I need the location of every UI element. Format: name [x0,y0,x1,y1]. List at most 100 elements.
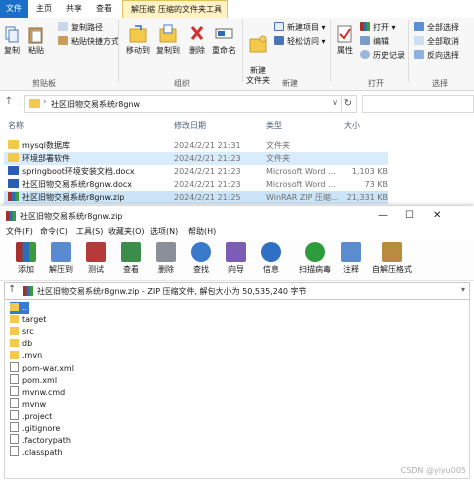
find-button[interactable]: 查找 [186,242,216,275]
file-type: 文件夹 [266,154,290,163]
comment-icon [341,242,361,262]
item-name: pom-war.xml [22,364,74,373]
group-divider [408,20,409,82]
file-row[interactable]: 社区旧物交易系统r8gnw.docx 2024/2/21 21:23 Micro… [4,178,388,191]
invert-select-button[interactable]: 反向选择 [414,50,459,62]
list-item[interactable]: .classpath [10,446,63,458]
edit-icon [360,36,370,45]
path-dropdown-icon[interactable]: ▾ [461,285,465,294]
list-item[interactable]: mvnw.cmd [10,386,65,398]
menu-tools[interactable]: 工具(S) [76,226,103,237]
file-row[interactable]: 环境部署软件 2024/2/21 21:23 文件夹 [4,152,388,165]
menu-command[interactable]: 命令(C) [40,226,68,237]
history-button[interactable]: 历史记录 [360,50,405,62]
column-size[interactable]: 大小 [344,120,360,131]
close-icon[interactable]: ✕ [433,210,441,221]
search-input[interactable] [362,95,474,113]
delete-label: 删除 [189,46,205,55]
paste-shortcut-button[interactable]: 粘贴快捷方式 [58,36,119,48]
file-size: 1,103 KB [351,167,388,176]
file-name: mysql数据库 [22,141,70,150]
file-icon [10,386,19,396]
open-button[interactable]: 打开 ▾ [360,22,396,34]
copy-to-label: 复制到 [156,46,180,55]
view-button[interactable]: 查看 [116,242,146,275]
tab-home[interactable]: 主页 [30,0,58,18]
wizard-button[interactable]: 向导 [221,242,251,275]
paste-button[interactable]: 粘贴 [24,26,48,56]
tab-compressed-folder-tools[interactable]: 解压缩 压缩的文件夹工具 [122,0,228,18]
list-item[interactable]: .factorypath [10,434,71,446]
copy-path-button[interactable]: 复制路径 [58,22,103,34]
new-item-button[interactable]: 新建项目 ▾ [274,22,326,34]
tab-share[interactable]: 共享 [60,0,88,18]
add-archive-icon [16,242,36,262]
add-label: 添加 [18,265,34,274]
paste-shortcut-label: 粘贴快捷方式 [71,37,119,46]
file-name: 社区旧物交易系统r8gnw.zip [22,193,125,202]
copy-to-button[interactable]: 复制到 [154,24,182,56]
organize-group-label: 组织 [174,79,190,88]
up-level-icon[interactable]: ↑ [8,284,16,295]
archive-file-list: .. target src db .mvn pom-war.xml pom.xm… [4,300,470,479]
menu-options[interactable]: 选项(N) [150,226,178,237]
menu-file[interactable]: 文件(F) [6,226,33,237]
list-item[interactable]: .gitignore [10,422,60,434]
rename-button[interactable]: 重命名 [210,24,238,56]
select-all-button[interactable]: 全部选择 [414,22,459,34]
menu-help[interactable]: 帮助(H) [188,226,216,237]
column-type[interactable]: 类型 [266,120,282,131]
file-row[interactable]: mysql数据库 2024/2/21 21:31 文件夹 [4,139,388,152]
up-arrow-icon[interactable]: ↑ [2,96,16,107]
new-folder-button[interactable]: 新建 文件夹 [244,24,272,86]
list-item[interactable]: .mvn [10,350,42,362]
add-button[interactable]: 添加 [11,242,41,275]
list-item[interactable]: target [10,314,46,326]
scan-virus-button[interactable]: 扫描病毒 [296,242,334,275]
refresh-icon[interactable]: ↻ [340,95,357,113]
comment-button[interactable]: 注释 [336,242,366,275]
tab-view[interactable]: 查看 [90,0,118,18]
copy-button[interactable]: 复制 [2,26,22,56]
delete-button[interactable]: 删除 [186,24,208,56]
properties-button[interactable]: 属性 [334,24,356,56]
copy-path-icon [58,22,68,31]
list-item[interactable]: db [10,338,32,350]
column-date[interactable]: 修改日期 [174,120,206,131]
column-name[interactable]: 名称 [8,120,24,131]
tab-file[interactable]: 文件 [0,0,28,18]
easy-access-button[interactable]: 轻松访问 ▾ [274,36,326,48]
address-bar[interactable]: › 社区旧物交易系统r8gnw ∨ [24,95,342,113]
clipboard-paste-icon [28,27,43,44]
extract-to-button[interactable]: 解压到 [46,242,76,275]
list-item[interactable]: mvnw [10,398,46,410]
maximize-icon[interactable]: ☐ [405,210,414,221]
move-to-button[interactable]: 移动到 [124,24,152,56]
edit-button[interactable]: 编辑 [360,36,389,48]
list-item[interactable]: .project [10,410,52,422]
file-size: 21,331 KB [346,193,388,202]
easy-access-label: 轻松访问 [287,37,319,46]
select-none-label: 全部取消 [427,37,459,46]
delete-archive-button[interactable]: 删除 [151,242,181,275]
file-row-selected[interactable]: 社区旧物交易系统r8gnw.zip 2024/2/21 21:25 WinRAR… [4,191,388,204]
menu-favorites[interactable]: 收藏夹(O) [108,226,145,237]
folder-icon [29,99,40,108]
folder-icon [10,339,19,347]
list-item[interactable]: pom.xml [10,374,57,386]
sfx-button[interactable]: 自解压格式 [368,242,416,275]
minimize-icon[interactable]: — [378,210,388,221]
test-button[interactable]: 测试 [81,242,111,275]
item-name: .. [22,303,28,312]
file-row[interactable]: springboot环境安装文档.docx 2024/2/21 21:23 Mi… [4,165,388,178]
select-none-button[interactable]: 全部取消 [414,36,459,48]
list-item[interactable]: pom-war.xml [10,362,74,374]
history-label: 历史记录 [373,51,405,60]
list-item[interactable]: src [10,326,34,338]
list-item-parent[interactable]: .. [10,302,30,314]
archive-path-bar[interactable]: ↑ 社区旧物交易系统r8gnw.zip - ZIP 压缩文件, 解包大小为 50… [4,282,470,300]
tab-extract[interactable]: 解压缩 [128,1,158,19]
info-button[interactable]: 信息 [256,242,286,275]
sfx-box-icon [382,242,402,262]
address-dropdown-icon[interactable]: ∨ [332,98,338,107]
